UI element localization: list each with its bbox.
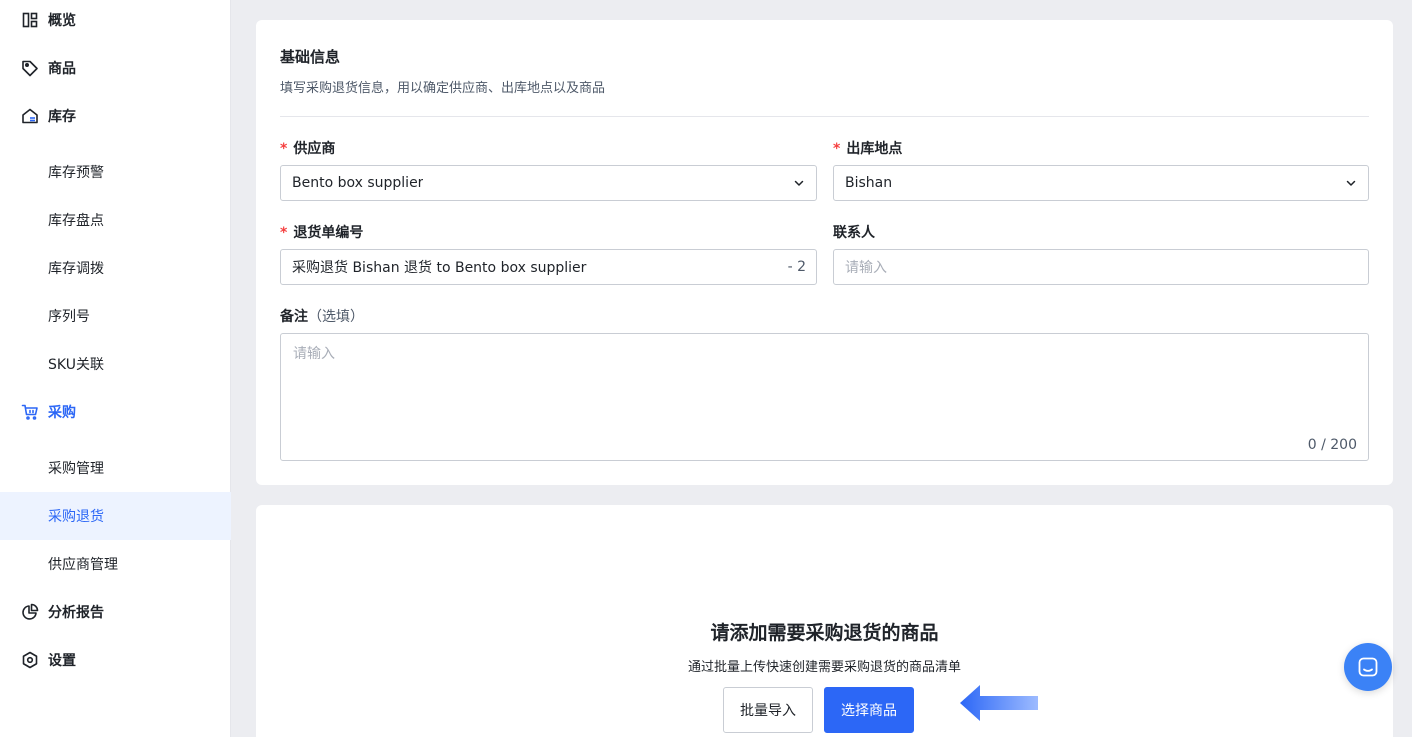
return-number-label-text: 退货单编号 [293, 225, 364, 241]
sidebar: 概览 商品 库存 库存预警 库存盘点 库存调拨 序列号 SKU关联 采购 采购管… [0, 0, 231, 737]
sidebar-item-stocktake[interactable]: 库存盘点 [0, 196, 231, 244]
chevron-down-icon [794, 180, 804, 186]
section-description: 填写采购退货信息，用以确定供应商、出库地点以及商品 [280, 81, 606, 96]
return-number-value: 采购退货 Bishan 退货 to Bento box supplier - v [292, 260, 588, 276]
sidebar-item-reports[interactable]: 分析报告 [0, 588, 231, 636]
sidebar-item-products[interactable]: 商品 [0, 44, 231, 92]
sidebar-item-inventory[interactable]: 库存 [0, 92, 231, 140]
location-label: * 出库地点 [833, 138, 902, 158]
settings-icon [21, 651, 39, 669]
sidebar-item-purchasing[interactable]: 采购 [0, 388, 231, 436]
contact-input[interactable]: 请输入 [833, 249, 1369, 285]
notes-placeholder: 请输入 [293, 346, 335, 362]
sidebar-item-label: 库存预警 [48, 165, 104, 181]
sidebar-item-label: 概览 [48, 13, 76, 29]
chevron-down-icon [1346, 180, 1356, 186]
products-card: 请添加需要采购退货的商品 通过批量上传快速创建需要采购退货的商品清单 批量导入 … [256, 505, 1393, 737]
sidebar-item-stock-alert[interactable]: 库存预警 [0, 148, 231, 196]
notes-label: 备注（选填） [280, 306, 364, 326]
overview-icon [21, 11, 39, 29]
sidebar-item-label: 库存 [48, 109, 76, 125]
select-products-button[interactable]: 选择商品 [824, 687, 914, 733]
return-number-label: * 退货单编号 [280, 222, 363, 242]
sidebar-item-label: 设置 [48, 653, 76, 669]
cart-icon [21, 403, 39, 421]
return-number-suffix: - 2 [787, 259, 806, 275]
sidebar-item-purchase-management[interactable]: 采购管理 [0, 444, 231, 492]
supplier-value: Bento box supplier [292, 175, 424, 191]
empty-state-description: 通过批量上传快速创建需要采购退货的商品清单 [687, 660, 961, 675]
section-title: 基础信息 [280, 48, 341, 66]
sidebar-item-settings[interactable]: 设置 [0, 636, 231, 684]
divider [280, 116, 1369, 117]
chat-icon [1358, 657, 1378, 677]
required-mark: * [280, 225, 288, 241]
notes-optional-text: （选填） [308, 309, 364, 325]
required-mark: * [833, 141, 841, 157]
sidebar-item-stock-transfer[interactable]: 库存调拨 [0, 244, 231, 292]
notes-char-counter: 0 / 200 [1307, 437, 1357, 453]
location-label-text: 出库地点 [846, 141, 903, 157]
sidebar-item-label: 采购退货 [48, 509, 104, 525]
chat-support-button[interactable] [1344, 643, 1392, 691]
sidebar-item-label: 库存调拨 [48, 261, 104, 277]
pie-chart-icon [21, 603, 39, 621]
contact-placeholder: 请输入 [845, 260, 887, 276]
required-mark: * [280, 141, 288, 157]
return-number-input[interactable]: 采购退货 Bishan 退货 to Bento box supplier - v… [280, 249, 817, 285]
basic-info-card: 基础信息 填写采购退货信息，用以确定供应商、出库地点以及商品 * 供应商 Bent… [256, 20, 1393, 485]
sidebar-item-label: 采购管理 [48, 461, 104, 477]
sidebar-item-purchase-returns[interactable]: 采购退货 [0, 492, 231, 540]
contact-label: 联系人 [833, 225, 875, 241]
sidebar-item-overview[interactable]: 概览 [0, 0, 231, 44]
sidebar-item-label: 序列号 [48, 309, 90, 325]
location-select[interactable]: Bishan [833, 165, 1369, 201]
bulk-import-button[interactable]: 批量导入 [723, 687, 813, 733]
sidebar-item-label: 供应商管理 [48, 557, 118, 573]
supplier-label: * 供应商 [280, 138, 335, 158]
warehouse-icon [21, 107, 39, 125]
sidebar-item-label: 分析报告 [48, 605, 104, 621]
sidebar-item-label: SKU关联 [48, 357, 104, 373]
sidebar-item-serial-numbers[interactable]: 序列号 [0, 292, 231, 340]
sidebar-item-label: 采购 [48, 405, 76, 421]
location-value: Bishan [845, 175, 893, 191]
sidebar-item-label: 库存盘点 [48, 213, 104, 229]
sidebar-item-supplier-management[interactable]: 供应商管理 [0, 540, 231, 588]
arrow-left-icon [960, 685, 1038, 721]
notes-label-text: 备注 [280, 309, 308, 325]
supplier-select[interactable]: Bento box supplier [280, 165, 817, 201]
notes-textarea[interactable]: 请输入 0 / 200 [280, 333, 1369, 461]
tag-icon [21, 59, 39, 77]
sidebar-item-label: 商品 [48, 61, 76, 77]
empty-state-title: 请添加需要采购退货的商品 [710, 622, 939, 644]
sidebar-item-sku-link[interactable]: SKU关联 [0, 340, 231, 388]
supplier-label-text: 供应商 [293, 141, 336, 157]
